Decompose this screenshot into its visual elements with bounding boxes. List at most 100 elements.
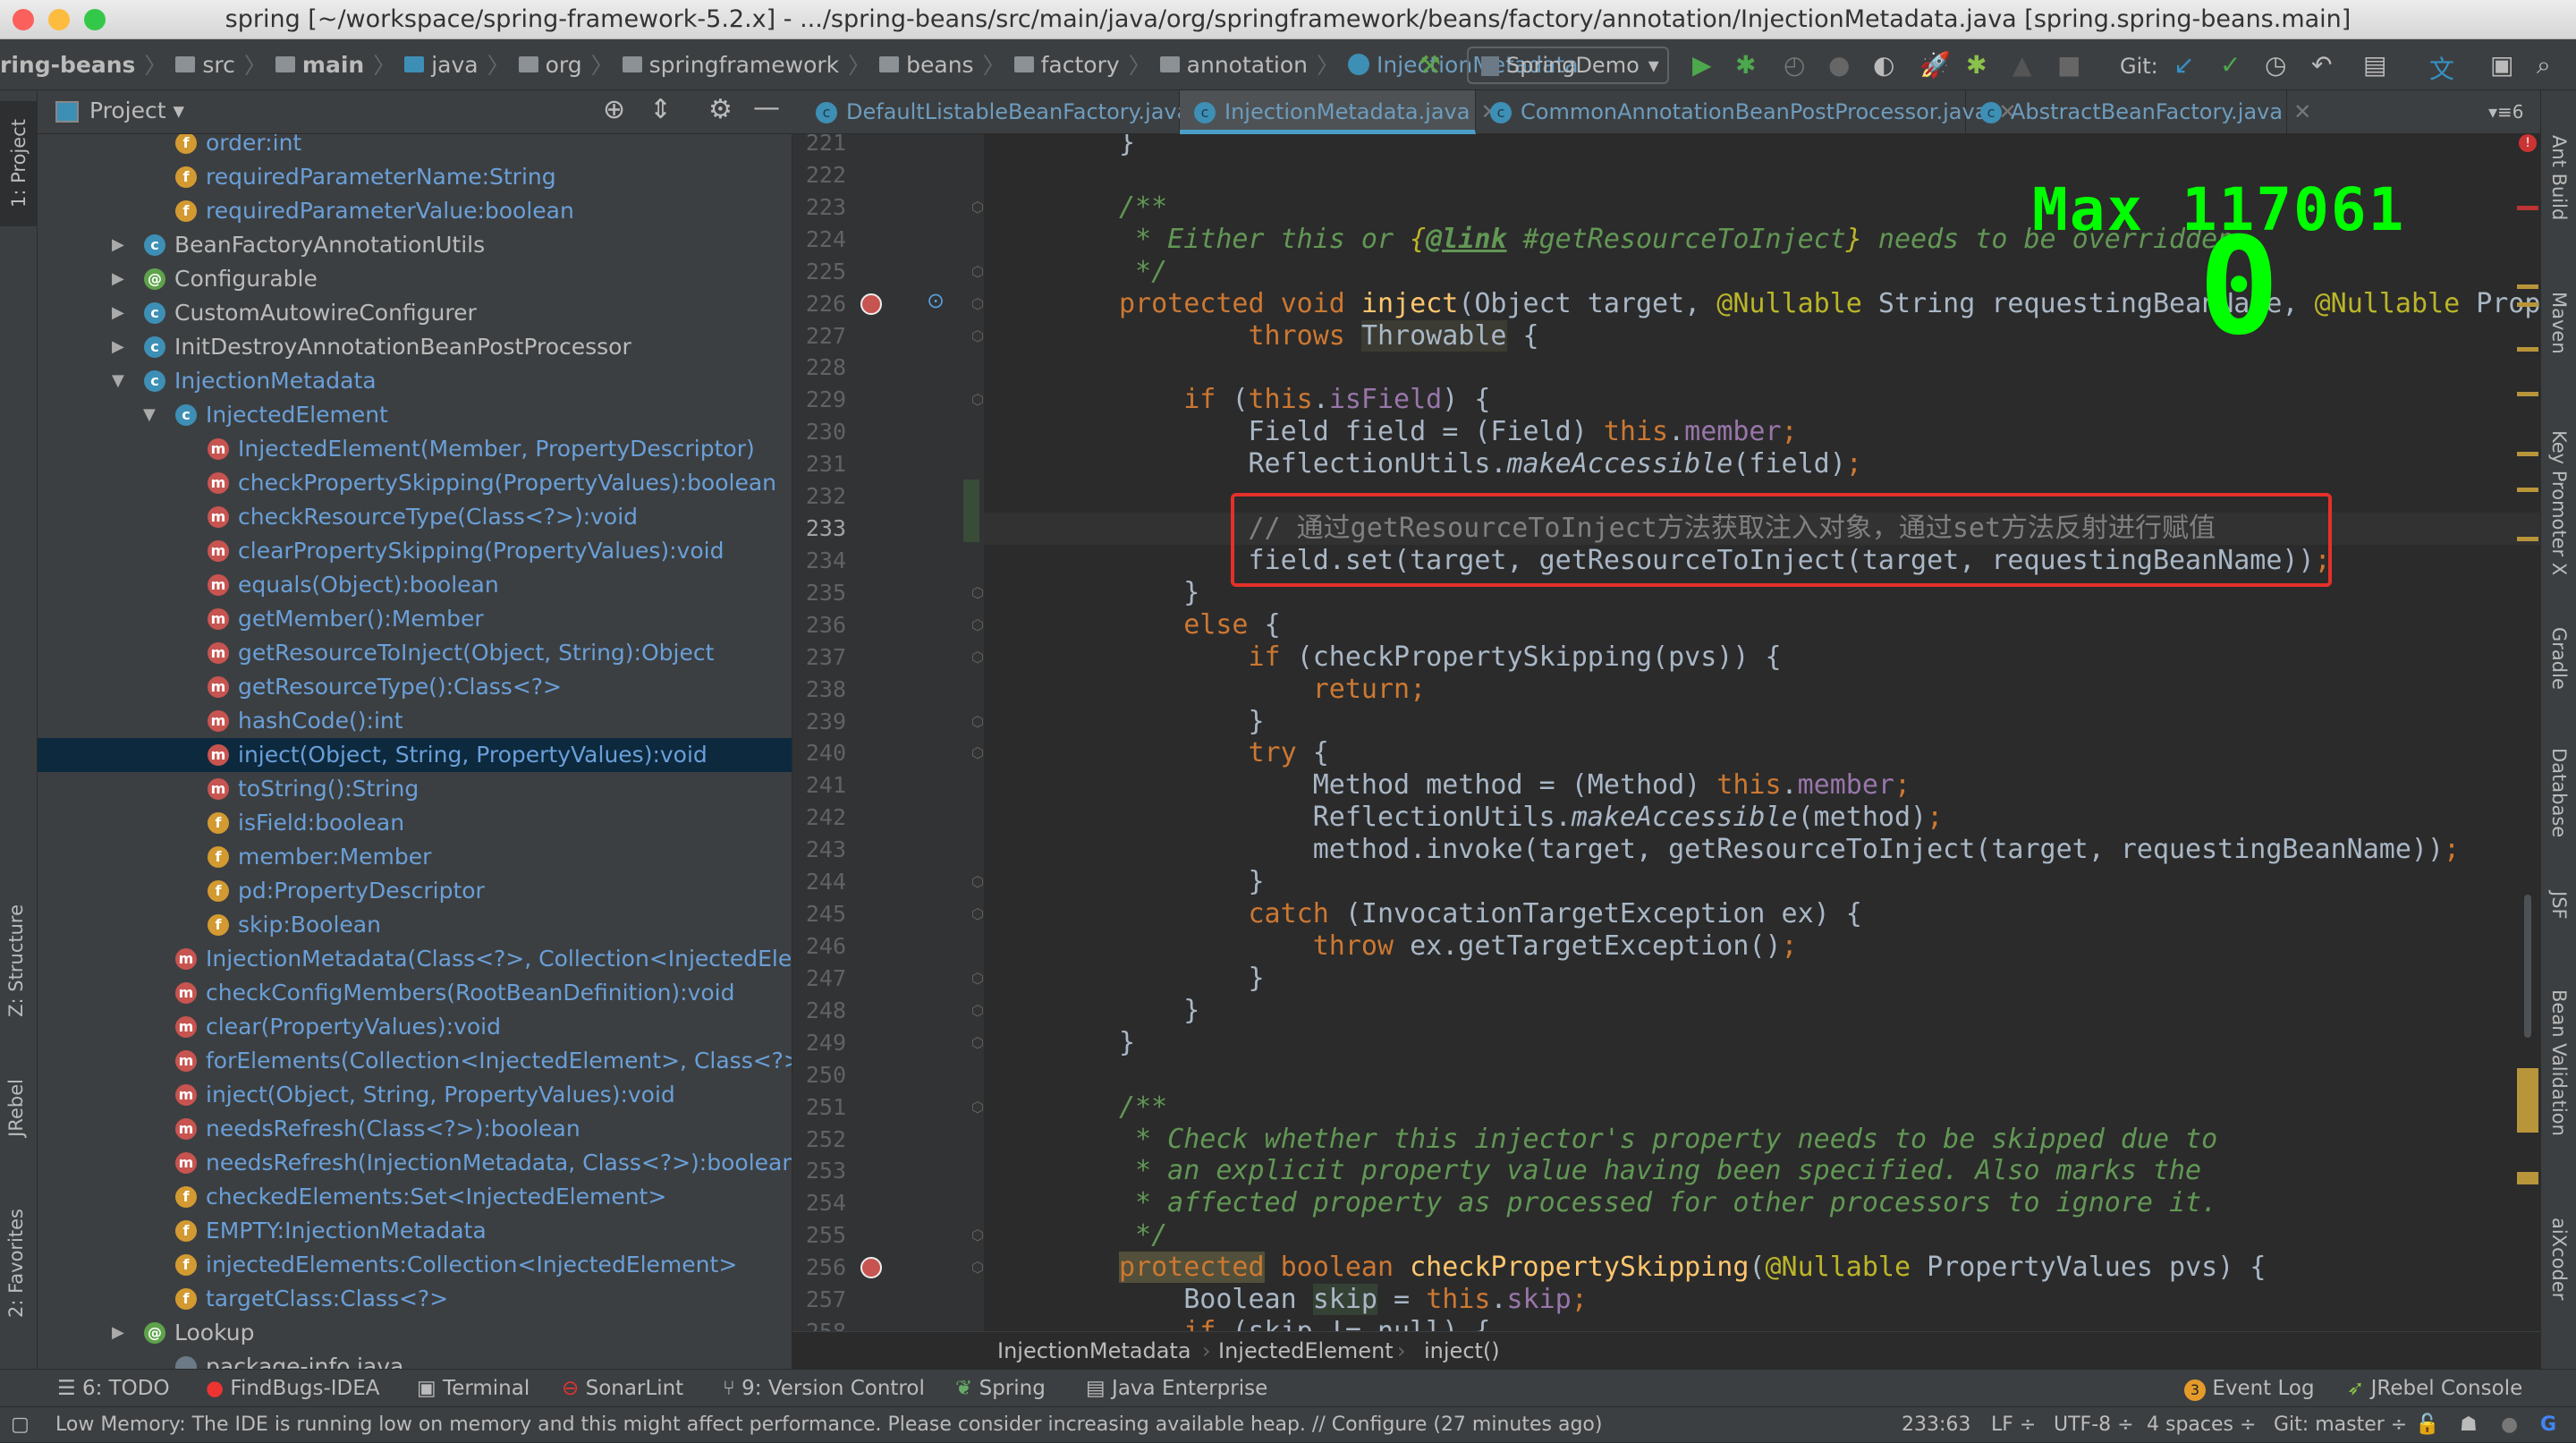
line-number[interactable]: 223 xyxy=(792,191,846,224)
line-number[interactable]: 236 xyxy=(792,609,846,641)
crumb-factory[interactable]: factory 〉 xyxy=(1013,48,1151,81)
project-structure-icon[interactable]: ▤ xyxy=(2363,50,2386,80)
line-number[interactable]: 235 xyxy=(792,577,846,609)
collapse-arrow-icon[interactable]: ▶ xyxy=(112,262,124,296)
crumb-springframework[interactable]: springframework 〉 xyxy=(622,48,870,81)
tree-item[interactable]: m inject(Object, String, PropertyValues):… xyxy=(38,738,792,772)
sonarlint-tool-button[interactable]: ⊖ SonarLint xyxy=(562,1370,683,1407)
event-log-tool-button[interactable]: 3 Event Log xyxy=(2184,1370,2315,1407)
tree-item[interactable]: ▼ c InjectionMetadata xyxy=(38,364,792,398)
jsf-tool-button[interactable]: JSF xyxy=(2548,891,2570,920)
line-number[interactable]: 229 xyxy=(792,384,846,416)
tree-item[interactable]: m needsRefresh(Class<?>):boolean xyxy=(38,1112,792,1146)
tree-item[interactable]: ▶ c CustomAutowireConfigurer xyxy=(38,296,792,330)
tab-default-listable-bean-factory[interactable]: cDefaultListableBeanFactory.java✕ xyxy=(801,90,1218,134)
line-number[interactable]: 231 xyxy=(792,448,846,480)
line-number[interactable]: 256 xyxy=(792,1252,846,1284)
fold-marker-icon[interactable]: ⬡ xyxy=(971,616,984,633)
run-icon[interactable]: ▶ xyxy=(1692,50,1712,80)
tree-item[interactable]: m clear(PropertyValues):void xyxy=(38,1010,792,1044)
breadcrumb-inner-class[interactable]: InjectedElement xyxy=(1218,1332,1394,1370)
spring-tool-button[interactable]: ❦ Spring xyxy=(955,1370,1046,1407)
tree-item[interactable]: m needsRefresh(InjectionMetadata, Class<?… xyxy=(38,1146,792,1180)
crumb-beans[interactable]: beans 〉 xyxy=(879,48,1005,81)
tree-item[interactable]: f requiredParameterName:String xyxy=(38,160,792,194)
line-number[interactable]: 258 xyxy=(792,1316,846,1331)
line-number[interactable]: 250 xyxy=(792,1059,846,1091)
line-number[interactable]: 222 xyxy=(792,159,846,191)
crumb-src[interactable]: src 〉 xyxy=(175,48,267,81)
expand-arrow-icon[interactable]: ▼ xyxy=(112,364,124,398)
tree-item[interactable]: package-info.java xyxy=(38,1350,792,1369)
file-encoding[interactable]: UTF-8 ÷ xyxy=(2054,1407,2134,1443)
tree-item[interactable]: f order:int xyxy=(38,134,792,160)
collapse-arrow-icon[interactable]: ▶ xyxy=(112,1316,124,1350)
collapse-all-icon[interactable]: ⇕ xyxy=(649,94,672,125)
tab-common-annotation-bean-post-processor[interactable]: c CommonAnnotationBeanPostProcessor.java ✕ xyxy=(1476,90,2016,134)
notification-icon[interactable]: ● xyxy=(2501,1407,2518,1443)
tree-item[interactable]: f checkedElements:Set<InjectedElement> xyxy=(38,1180,792,1214)
maven-tool-button[interactable]: Maven xyxy=(2548,292,2570,354)
override-marker-icon[interactable] xyxy=(860,293,882,315)
line-number[interactable]: 251 xyxy=(792,1091,846,1124)
project-view-select[interactable]: Project ▾ xyxy=(89,98,184,123)
fold-marker-icon[interactable]: ⬡ xyxy=(971,1259,984,1276)
line-number[interactable]: 253 xyxy=(792,1155,846,1187)
fold-marker-icon[interactable]: ⬡ xyxy=(971,649,984,666)
tab-injection-metadata[interactable]: cInjectionMetadata.java✕ xyxy=(1180,90,1499,134)
key-promoter-tool-button[interactable]: Key Promoter X xyxy=(2548,430,2570,575)
line-number[interactable]: 246 xyxy=(792,930,846,963)
favorites-tool-button[interactable]: 2: Favorites xyxy=(5,1209,27,1318)
fold-marker-icon[interactable]: ⬡ xyxy=(971,391,984,408)
run-with-icon[interactable]: ◐ xyxy=(1873,50,1894,80)
coverage-icon[interactable]: ◴ xyxy=(1784,50,1805,80)
gear-icon[interactable]: ⚙ xyxy=(708,94,733,125)
tree-item[interactable]: m inject(Object, String, PropertyValues):… xyxy=(38,1078,792,1112)
error-indicator-icon[interactable]: ! xyxy=(2519,134,2537,152)
project-tool-button[interactable]: 1: Project xyxy=(0,101,38,226)
line-number[interactable]: 245 xyxy=(792,898,846,930)
tree-item[interactable]: m checkResourceType(Class<?>):void xyxy=(38,500,792,534)
line-separator[interactable]: LF ÷ xyxy=(1991,1407,2036,1443)
tree-item[interactable]: m toString():String xyxy=(38,772,792,806)
tree-item[interactable]: m getResourceToInject(Object, String):Obj… xyxy=(38,636,792,670)
git-update-icon[interactable]: ↙ xyxy=(2174,50,2194,80)
todo-tool-button[interactable]: ☰ 6: TODO xyxy=(57,1370,170,1407)
collapse-arrow-icon[interactable]: ▶ xyxy=(112,330,124,364)
profile-icon[interactable]: ● xyxy=(1828,50,1850,80)
tree-item[interactable]: m getResourceType():Class<?> xyxy=(38,670,792,704)
line-number[interactable]: 249 xyxy=(792,1027,846,1059)
fold-marker-icon[interactable]: ⬡ xyxy=(971,295,984,312)
git-commit-icon[interactable]: ✓ xyxy=(2220,50,2241,80)
attach-icon[interactable]: ▲ xyxy=(2012,50,2032,80)
version-control-tool-button[interactable]: ⑂ 9: Version Control xyxy=(723,1370,925,1407)
line-number[interactable]: 243 xyxy=(792,834,846,866)
crumb-module[interactable]: ring-beans 〉 xyxy=(0,48,166,81)
tab-overflow-button[interactable]: ▾≡6 xyxy=(2488,90,2524,134)
tree-item[interactable]: m checkPropertySkipping(PropertyValues):b… xyxy=(38,466,792,500)
tree-item[interactable]: m hashCode():int xyxy=(38,704,792,738)
tree-item[interactable]: f member:Member xyxy=(38,840,792,874)
tree-item[interactable]: m forElements(Collection<InjectedElement>… xyxy=(38,1044,792,1078)
bean-validation-tool-button[interactable]: Bean Validation xyxy=(2548,989,2570,1136)
tree-item[interactable]: f requiredParameterValue:boolean xyxy=(38,194,792,228)
translate-icon[interactable]: 文 xyxy=(2429,50,2454,86)
stop-icon[interactable]: ■ xyxy=(2057,50,2080,80)
collapse-arrow-icon[interactable]: ▶ xyxy=(112,228,124,262)
line-number[interactable]: 230 xyxy=(792,416,846,448)
line-number[interactable]: 257 xyxy=(792,1284,846,1316)
tree-item[interactable]: ▶ @ Lookup xyxy=(38,1316,792,1350)
breadcrumb-class[interactable]: InjectionMetadata xyxy=(997,1332,1191,1370)
collapse-arrow-icon[interactable]: ▶ xyxy=(112,296,124,330)
tree-item[interactable]: m getMember():Member xyxy=(38,602,792,636)
fold-marker-icon[interactable]: ⬡ xyxy=(971,873,984,890)
editor-scrollbar[interactable] xyxy=(2524,895,2531,1038)
expand-arrow-icon[interactable]: ▼ xyxy=(143,398,156,432)
line-number[interactable]: 234 xyxy=(792,545,846,577)
line-number[interactable]: 252 xyxy=(792,1124,846,1156)
line-number[interactable]: 255 xyxy=(792,1219,846,1252)
crumb-java[interactable]: java 〉 xyxy=(404,48,510,81)
fold-marker-icon[interactable]: ⬡ xyxy=(971,970,984,987)
implemented-marker-icon[interactable]: ⊙ xyxy=(927,288,945,313)
tree-item[interactable]: f targetClass:Class<?> xyxy=(38,1282,792,1316)
